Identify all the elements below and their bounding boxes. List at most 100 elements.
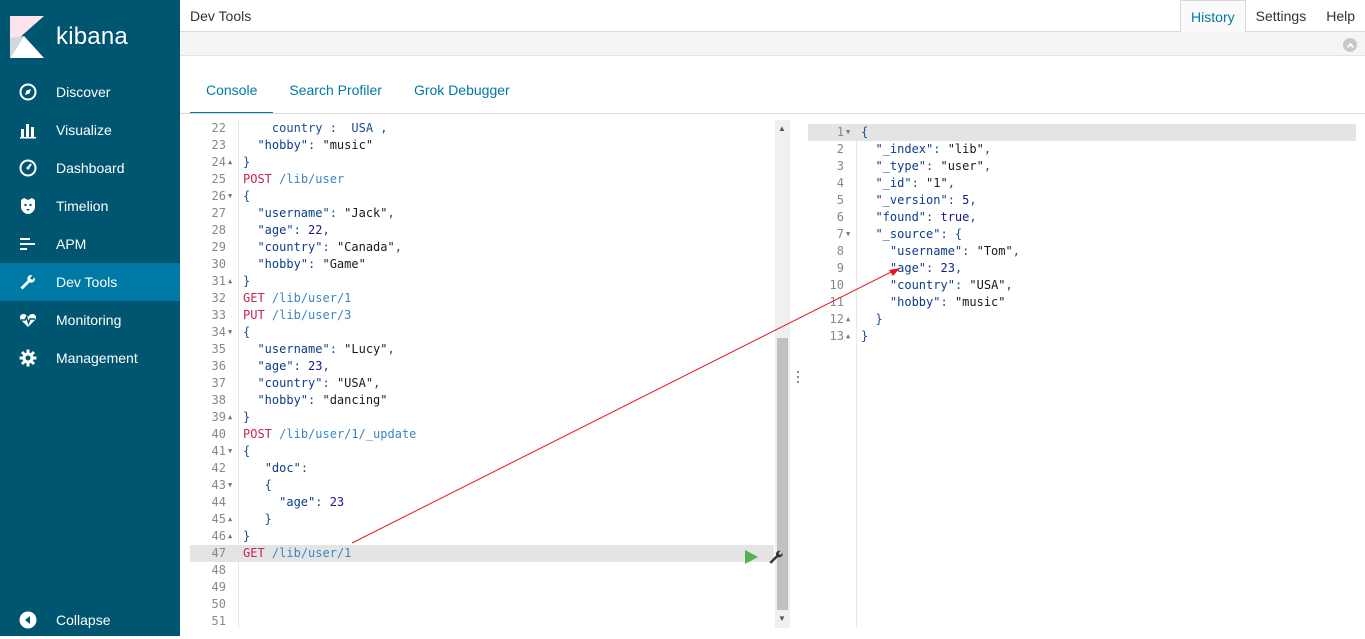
- console-editor[interactable]: 22 country : USA , 23 "hobby": "music" 24 ▲…: [190, 120, 790, 636]
- fold-down-icon[interactable]: ▼: [846, 226, 850, 243]
- sidebar-item-discover[interactable]: Discover: [0, 73, 180, 111]
- editor-line[interactable]: 22 country : USA ,: [190, 120, 774, 137]
- sidebar-item-monitoring[interactable]: Monitoring: [0, 301, 180, 339]
- line-number: 42: [211, 461, 226, 475]
- code-text: "username": "Jack",: [257, 206, 395, 220]
- editor-line[interactable]: 23 "hobby": "music": [190, 137, 774, 154]
- fold-down-icon[interactable]: ▼: [228, 188, 232, 205]
- fold-up-icon[interactable]: ▲: [228, 273, 232, 290]
- sidebar-item-dashboard[interactable]: Dashboard: [0, 149, 180, 187]
- editor-line[interactable]: 45 ▲ }: [190, 511, 774, 528]
- pane-resize-handle[interactable]: [795, 370, 801, 384]
- editor-line[interactable]: 32 GET /lib/user/1: [190, 290, 774, 307]
- help-button[interactable]: Help: [1316, 0, 1365, 32]
- output-line[interactable]: 8 "username": "Tom",: [808, 243, 1356, 260]
- fold-up-icon[interactable]: ▲: [228, 528, 232, 545]
- editor-line[interactable]: 27 "username": "Jack",: [190, 205, 774, 222]
- sidebar-item-management[interactable]: Management: [0, 339, 180, 377]
- editor-line[interactable]: 46 ▲}: [190, 528, 774, 545]
- editor-line[interactable]: 50: [190, 596, 774, 613]
- editor-line[interactable]: 38 "hobby": "dancing": [190, 392, 774, 409]
- output-line[interactable]: 12 ▲ }: [808, 311, 1356, 328]
- editor-line[interactable]: 51: [190, 613, 774, 630]
- code-text: "doc":: [264, 461, 309, 475]
- editor-line[interactable]: 31 ▲}: [190, 273, 774, 290]
- fold-up-icon[interactable]: ▲: [228, 154, 232, 171]
- editor-line[interactable]: 41 ▼ {: [190, 443, 774, 460]
- output-line[interactable]: 1 ▼ {: [808, 124, 1356, 141]
- editor-line[interactable]: 25 POST /lib/user: [190, 171, 774, 188]
- sidebar-item-visualize[interactable]: Visualize: [0, 111, 180, 149]
- sidebar-item-dev-tools[interactable]: Dev Tools: [0, 263, 180, 301]
- editor-line[interactable]: 36 "age": 23,: [190, 358, 774, 375]
- wrench-icon: [769, 550, 783, 564]
- fold-down-icon[interactable]: ▼: [228, 324, 232, 341]
- editor-line[interactable]: 49: [190, 579, 774, 596]
- editor-line[interactable]: 29 "country": "Canada",: [190, 239, 774, 256]
- editor-line[interactable]: 33 PUT /lib/user/3: [190, 307, 774, 324]
- output-line[interactable]: 4 "_id": "1",: [808, 175, 1356, 192]
- line-number: 11: [829, 295, 844, 309]
- chevron-up-icon[interactable]: [1343, 38, 1357, 52]
- sidebar-item-apm[interactable]: APM: [0, 225, 180, 263]
- fold-up-icon[interactable]: ▲: [846, 311, 850, 328]
- line-number: 47: [211, 546, 226, 560]
- line-number: 24: [211, 155, 226, 169]
- code-text: POST /lib/user/1/_update: [243, 427, 417, 441]
- tab-grok-debugger[interactable]: Grok Debugger: [398, 74, 526, 114]
- fold-down-icon[interactable]: ▼: [846, 124, 850, 141]
- kibana-logo[interactable]: kibana: [10, 14, 170, 60]
- editor-line[interactable]: 48: [190, 562, 774, 579]
- sidebar-item-timelion[interactable]: Timelion: [0, 187, 180, 225]
- sidebar-item-label: Dashboard: [56, 160, 125, 176]
- play-icon: [745, 550, 758, 564]
- editor-line[interactable]: 34 ▼ {: [190, 324, 774, 341]
- scroll-down-icon[interactable]: ▼: [778, 614, 786, 623]
- editor-line[interactable]: 44 "age": 23: [190, 494, 774, 511]
- fold-up-icon[interactable]: ▲: [228, 511, 232, 528]
- fold-up-icon[interactable]: ▲: [228, 409, 232, 426]
- code-text: country : USA ,: [243, 121, 388, 135]
- editor-line[interactable]: 28 "age": 22,: [190, 222, 774, 239]
- output-line[interactable]: 3 "_type": "user",: [808, 158, 1356, 175]
- editor-line[interactable]: 39 ▲}: [190, 409, 774, 426]
- output-line[interactable]: 5 "_version": 5,: [808, 192, 1356, 209]
- line-number: 37: [211, 376, 226, 390]
- history-button[interactable]: History: [1180, 0, 1246, 32]
- output-line[interactable]: 7 ▼ "_source": {: [808, 226, 1356, 243]
- code-text: "hobby": "Game": [257, 257, 366, 271]
- editor-line[interactable]: 35 "username": "Lucy",: [190, 341, 774, 358]
- output-line[interactable]: 10 "country": "USA",: [808, 277, 1356, 294]
- editor-line[interactable]: 47 GET /lib/user/1: [190, 545, 774, 562]
- output-line[interactable]: 6 "found": true,: [808, 209, 1356, 226]
- response-output[interactable]: 1 ▼{2 "_index": "lib", 3 "_type": "user", 4…: [808, 124, 1365, 632]
- request-actions-button[interactable]: [768, 549, 784, 565]
- line-number: 45: [211, 512, 226, 526]
- editor-line[interactable]: 40 POST /lib/user/1/_update: [190, 426, 774, 443]
- run-request-button[interactable]: [744, 550, 758, 564]
- editor-line[interactable]: 26 ▼ {: [190, 188, 774, 205]
- fold-down-icon[interactable]: ▼: [228, 443, 232, 460]
- tab-search-profiler[interactable]: Search Profiler: [273, 74, 398, 114]
- tab-console[interactable]: Console: [190, 74, 274, 114]
- fold-up-icon[interactable]: ▲: [846, 328, 850, 345]
- fold-down-icon[interactable]: ▼: [228, 477, 232, 494]
- editor-line[interactable]: 43 ▼ {: [190, 477, 774, 494]
- line-number: 50: [211, 597, 226, 611]
- collapse-button[interactable]: Collapse: [0, 601, 180, 639]
- output-line[interactable]: 11 "hobby": "music": [808, 294, 1356, 311]
- scroll-up-icon[interactable]: ▲: [778, 124, 786, 133]
- code-text: }: [243, 529, 251, 543]
- editor-line[interactable]: 30 "hobby": "Game": [190, 256, 774, 273]
- editor-line[interactable]: 42 "doc":: [190, 460, 774, 477]
- code-text: {: [243, 189, 251, 203]
- output-line[interactable]: 2 "_index": "lib",: [808, 141, 1356, 158]
- line-number: 1: [836, 125, 844, 139]
- output-line[interactable]: 13 ▲}: [808, 328, 1356, 345]
- output-line[interactable]: 9 "age": 23,: [808, 260, 1356, 277]
- editor-line[interactable]: 37 "country": "USA",: [190, 375, 774, 392]
- scrollbar-thumb[interactable]: [777, 338, 788, 610]
- line-number: 9: [836, 261, 844, 275]
- settings-button[interactable]: Settings: [1246, 0, 1317, 32]
- editor-line[interactable]: 24 ▲}: [190, 154, 774, 171]
